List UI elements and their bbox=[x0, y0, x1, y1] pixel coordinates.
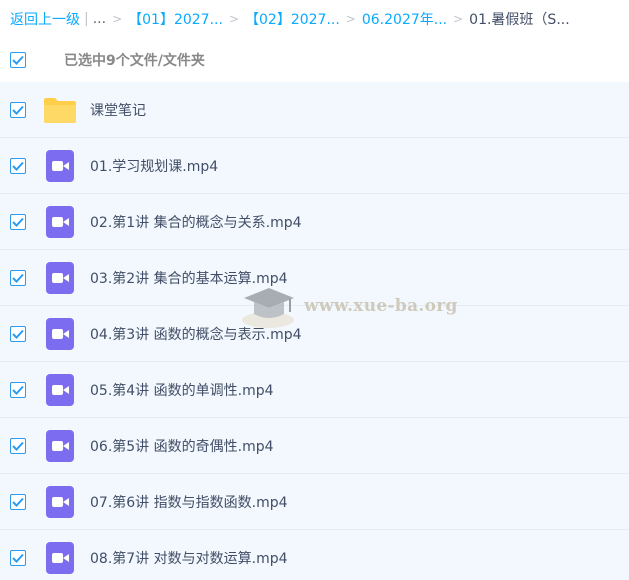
row-checkbox[interactable] bbox=[10, 549, 26, 566]
breadcrumb-divider: | bbox=[84, 11, 89, 27]
file-row[interactable]: 03.第2讲 集合的基本运算.mp4 bbox=[0, 250, 629, 306]
breadcrumb-item[interactable]: 【01】2027... bbox=[128, 9, 223, 29]
row-checkbox[interactable] bbox=[10, 157, 26, 174]
back-link[interactable]: 返回上一级 bbox=[10, 9, 80, 29]
file-row[interactable]: 04.第3讲 函数的概念与表示.mp4 bbox=[0, 306, 629, 362]
chevron-right-icon: > bbox=[228, 12, 239, 26]
checkmark-icon bbox=[12, 497, 24, 507]
breadcrumb-item[interactable]: 06.2027年... bbox=[362, 9, 447, 29]
file-row[interactable]: 05.第4讲 函数的单调性.mp4 bbox=[0, 362, 629, 418]
file-row[interactable]: 07.第6讲 指数与指数函数.mp4 bbox=[0, 474, 629, 530]
chevron-right-icon: > bbox=[453, 12, 464, 26]
file-name[interactable]: 07.第6讲 指数与指数函数.mp4 bbox=[90, 492, 288, 512]
row-checkbox[interactable] bbox=[10, 325, 26, 342]
checkmark-icon bbox=[12, 441, 24, 451]
file-name[interactable]: 课堂笔记 bbox=[90, 100, 146, 120]
row-checkbox[interactable] bbox=[10, 213, 26, 230]
breadcrumb-item[interactable]: 【02】2027... bbox=[245, 9, 340, 29]
file-name[interactable]: 02.第1讲 集合的概念与关系.mp4 bbox=[90, 212, 302, 232]
file-row[interactable]: 08.第7讲 对数与对数运算.mp4 bbox=[0, 530, 629, 580]
video-file-icon bbox=[42, 428, 78, 464]
file-row[interactable]: 01.学习规划课.mp4 bbox=[0, 138, 629, 194]
checkmark-icon bbox=[12, 385, 24, 395]
video-file-icon bbox=[42, 540, 78, 576]
folder-row[interactable]: 课堂笔记 bbox=[0, 82, 629, 138]
row-checkbox[interactable] bbox=[10, 493, 26, 510]
video-file-icon bbox=[42, 484, 78, 520]
file-name[interactable]: 05.第4讲 函数的单调性.mp4 bbox=[90, 380, 274, 400]
file-name[interactable]: 08.第7讲 对数与对数运算.mp4 bbox=[90, 548, 288, 568]
file-row[interactable]: 02.第1讲 集合的概念与关系.mp4 bbox=[0, 194, 629, 250]
file-list: 课堂笔记 01.学习规划课.mp4 02.第1讲 集合的概念与关系.mp4 03.第2… bbox=[0, 82, 629, 580]
breadcrumb-current: 01.暑假班（S... bbox=[469, 12, 570, 28]
file-name[interactable]: 06.第5讲 函数的奇偶性.mp4 bbox=[90, 436, 274, 456]
chevron-right-icon: > bbox=[345, 12, 356, 26]
file-row[interactable]: 06.第5讲 函数的奇偶性.mp4 bbox=[0, 418, 629, 474]
checkmark-icon bbox=[12, 217, 24, 227]
video-file-icon bbox=[42, 316, 78, 352]
video-file-icon bbox=[42, 148, 78, 184]
row-checkbox[interactable] bbox=[10, 437, 26, 454]
video-file-icon bbox=[42, 372, 78, 408]
checkmark-icon bbox=[12, 553, 24, 563]
chevron-right-icon: > bbox=[112, 12, 123, 26]
row-checkbox[interactable] bbox=[10, 269, 26, 286]
selection-bar: 已选中9个文件/文件夹 bbox=[0, 38, 629, 82]
checkmark-icon bbox=[12, 105, 24, 115]
checkmark-icon bbox=[12, 273, 24, 283]
select-all-checkbox[interactable] bbox=[10, 52, 26, 68]
checkmark-icon bbox=[12, 55, 24, 65]
checkmark-icon bbox=[12, 161, 24, 171]
file-name[interactable]: 01.学习规划课.mp4 bbox=[90, 156, 218, 176]
video-file-icon bbox=[42, 260, 78, 296]
video-file-icon bbox=[42, 204, 78, 240]
checkmark-icon bbox=[12, 329, 24, 339]
file-name[interactable]: 04.第3讲 函数的概念与表示.mp4 bbox=[90, 324, 302, 344]
selection-summary: 已选中9个文件/文件夹 bbox=[64, 53, 205, 69]
folder-icon bbox=[42, 92, 78, 128]
file-name[interactable]: 03.第2讲 集合的基本运算.mp4 bbox=[90, 268, 288, 288]
row-checkbox[interactable] bbox=[10, 381, 26, 398]
breadcrumb-ellipsis[interactable]: ... bbox=[93, 11, 106, 27]
row-checkbox[interactable] bbox=[10, 101, 26, 118]
breadcrumb: 返回上一级 | ... > 【01】2027... > 【02】2027... … bbox=[0, 0, 629, 38]
